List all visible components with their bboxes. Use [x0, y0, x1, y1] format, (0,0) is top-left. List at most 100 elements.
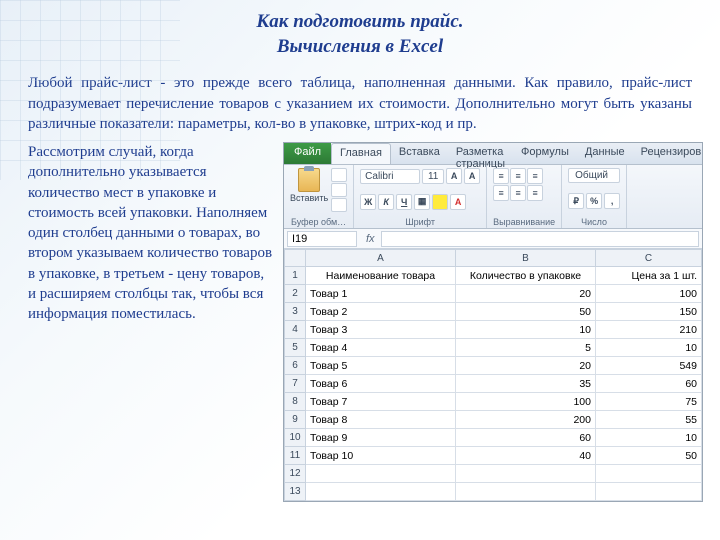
name-box[interactable]: I19: [287, 231, 357, 247]
italic-button[interactable]: К: [378, 194, 394, 210]
table-row: Товар 520549: [306, 357, 702, 375]
cell[interactable]: Товар 5: [306, 357, 456, 375]
cell[interactable]: [306, 465, 456, 483]
row-header[interactable]: 4: [284, 321, 306, 339]
formula-bar[interactable]: [381, 231, 699, 247]
row-header[interactable]: 12: [284, 465, 306, 483]
format-painter-button[interactable]: [331, 198, 347, 212]
row-header[interactable]: 7: [284, 375, 306, 393]
row-header[interactable]: 9: [284, 411, 306, 429]
cell[interactable]: 150: [596, 303, 702, 321]
col-header-c[interactable]: C: [596, 249, 702, 267]
font-size-select[interactable]: 11: [422, 169, 444, 184]
cell[interactable]: [596, 483, 702, 501]
border-button[interactable]: ▦: [414, 194, 430, 210]
tab-data[interactable]: Данные: [577, 143, 633, 164]
page-title: Как подготовить прайс. Вычисления в Exce…: [0, 0, 720, 59]
row-header[interactable]: 8: [284, 393, 306, 411]
align-middle-button[interactable]: ≡: [510, 168, 526, 184]
cell[interactable]: 10: [456, 321, 596, 339]
comma-button[interactable]: ,: [604, 193, 620, 209]
fill-color-button[interactable]: [432, 194, 448, 210]
cell[interactable]: Товар 9: [306, 429, 456, 447]
tab-home[interactable]: Главная: [331, 143, 391, 164]
cell[interactable]: 50: [596, 447, 702, 465]
excel-window: Файл Главная Вставка Разметка страницы Ф…: [283, 142, 703, 502]
cell[interactable]: Товар 4: [306, 339, 456, 357]
currency-button[interactable]: ₽: [568, 193, 584, 209]
table-row: Товар 120100: [306, 285, 702, 303]
row-header[interactable]: 3: [284, 303, 306, 321]
cell[interactable]: [596, 465, 702, 483]
cell[interactable]: [456, 465, 596, 483]
cell[interactable]: 210: [596, 321, 702, 339]
cell[interactable]: 100: [456, 393, 596, 411]
tab-review[interactable]: Рецензиров: [633, 143, 710, 164]
row-header[interactable]: 6: [284, 357, 306, 375]
cell[interactable]: 60: [596, 375, 702, 393]
cell[interactable]: [456, 483, 596, 501]
underline-button[interactable]: Ч: [396, 194, 412, 210]
increase-font-button[interactable]: A: [446, 168, 462, 184]
align-right-button[interactable]: ≡: [527, 185, 543, 201]
clipboard-icon: [298, 168, 320, 192]
font-name-select[interactable]: Calibri: [360, 169, 420, 184]
row-header[interactable]: 2: [284, 285, 306, 303]
row-header[interactable]: 5: [284, 339, 306, 357]
align-center-button[interactable]: ≡: [510, 185, 526, 201]
paste-button[interactable]: Вставить: [290, 168, 328, 212]
row-header[interactable]: 11: [284, 447, 306, 465]
cut-button[interactable]: [331, 168, 347, 182]
ribbon-group-clipboard: Вставить Буфер обм…: [284, 165, 354, 228]
tab-file[interactable]: Файл: [284, 143, 331, 164]
cell[interactable]: 75: [596, 393, 702, 411]
cell[interactable]: Наименование товара: [306, 267, 456, 285]
percent-button[interactable]: %: [586, 193, 602, 209]
cell[interactable]: Товар 10: [306, 447, 456, 465]
decrease-font-button[interactable]: A: [464, 168, 480, 184]
cell[interactable]: Товар 1: [306, 285, 456, 303]
align-top-button[interactable]: ≡: [493, 168, 509, 184]
clipboard-group-label: Буфер обм…: [290, 217, 347, 227]
cell[interactable]: Товар 8: [306, 411, 456, 429]
copy-button[interactable]: [331, 183, 347, 197]
cell[interactable]: 40: [456, 447, 596, 465]
cell[interactable]: 100: [596, 285, 702, 303]
cell[interactable]: 10: [596, 429, 702, 447]
col-header-b[interactable]: B: [456, 249, 596, 267]
cell[interactable]: 549: [596, 357, 702, 375]
font-group-label: Шрифт: [360, 217, 480, 227]
tab-formulas[interactable]: Формулы: [513, 143, 577, 164]
cell[interactable]: 5: [456, 339, 596, 357]
cell[interactable]: 60: [456, 429, 596, 447]
cell[interactable]: 20: [456, 285, 596, 303]
cell[interactable]: 35: [456, 375, 596, 393]
cell[interactable]: Цена за 1 шт.: [596, 267, 702, 285]
cell[interactable]: 10: [596, 339, 702, 357]
bold-button[interactable]: Ж: [360, 194, 376, 210]
col-header-a[interactable]: A: [306, 249, 456, 267]
cell[interactable]: 55: [596, 411, 702, 429]
row-header[interactable]: 1: [284, 267, 306, 285]
cell[interactable]: Товар 6: [306, 375, 456, 393]
cell[interactable]: Товар 7: [306, 393, 456, 411]
tab-layout[interactable]: Разметка страницы: [448, 143, 513, 164]
paste-label: Вставить: [290, 193, 328, 203]
cell[interactable]: 200: [456, 411, 596, 429]
row-header[interactable]: 13: [284, 483, 306, 501]
cell[interactable]: Товар 3: [306, 321, 456, 339]
row-header[interactable]: 10: [284, 429, 306, 447]
cell[interactable]: 50: [456, 303, 596, 321]
cell[interactable]: [306, 483, 456, 501]
font-color-button[interactable]: A: [450, 194, 466, 210]
align-left-button[interactable]: ≡: [493, 185, 509, 201]
cell[interactable]: Товар 2: [306, 303, 456, 321]
cell[interactable]: 20: [456, 357, 596, 375]
fx-icon[interactable]: fx: [360, 233, 381, 245]
align-bottom-button[interactable]: ≡: [527, 168, 543, 184]
tab-insert[interactable]: Вставка: [391, 143, 448, 164]
select-all-corner[interactable]: [284, 249, 306, 267]
number-format-select[interactable]: Общий: [568, 168, 620, 183]
ribbon-group-number: Общий ₽ % , Число: [562, 165, 627, 228]
cell[interactable]: Количество в упаковке: [456, 267, 596, 285]
